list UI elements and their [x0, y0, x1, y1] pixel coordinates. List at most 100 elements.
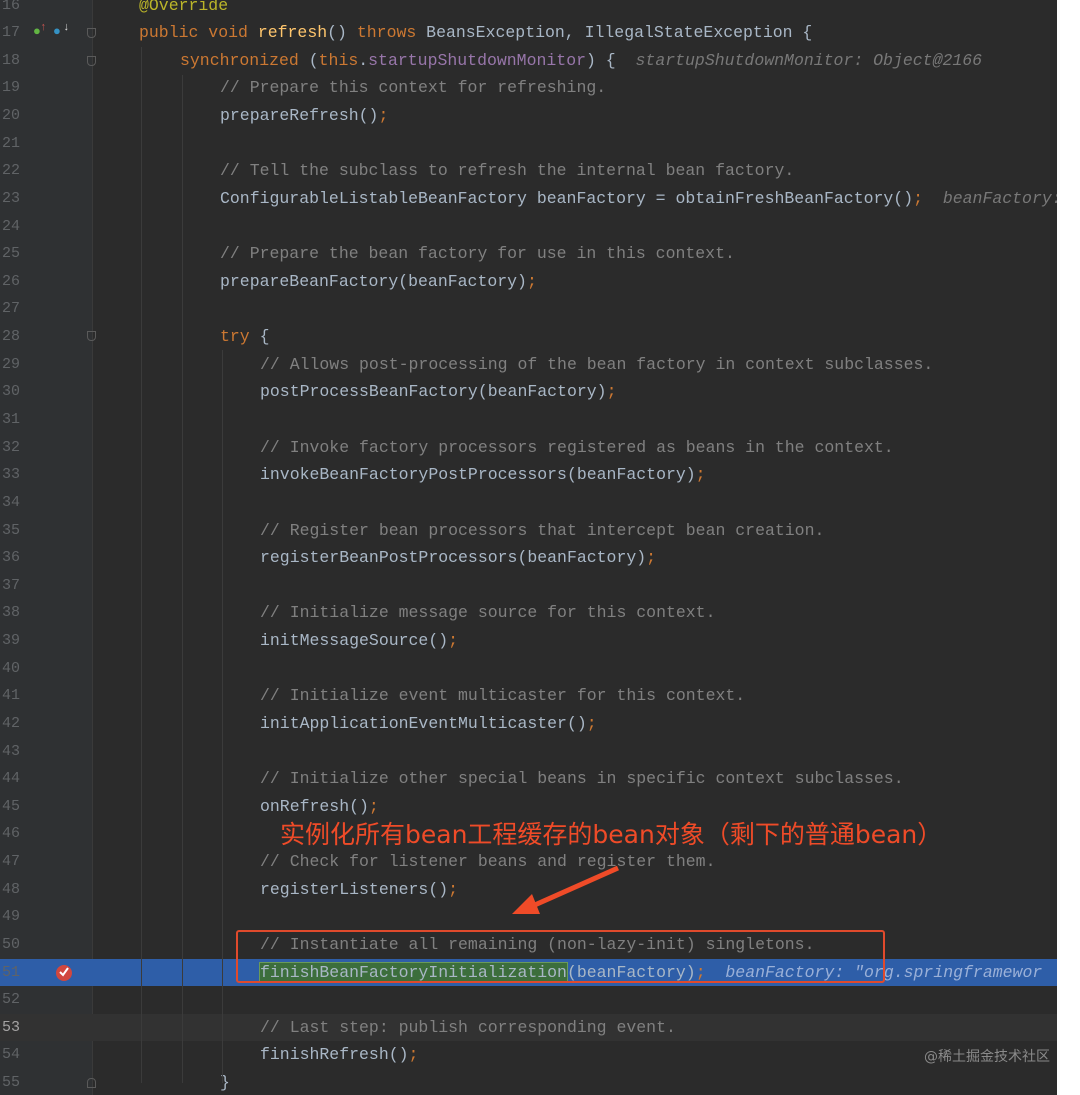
line-number[interactable]: 22 — [2, 157, 32, 185]
line-number[interactable]: 50 — [2, 931, 32, 959]
code-line[interactable]: 40 — [0, 655, 1057, 683]
code-line[interactable]: 38 // Initialize message source for this … — [0, 599, 1057, 627]
line-number[interactable]: 37 — [2, 572, 32, 600]
code-text: // Allows post-processing of the bean fa… — [260, 351, 933, 379]
code-token: ; — [378, 106, 389, 126]
code-text: // Register bean processors that interce… — [260, 517, 824, 545]
line-number[interactable]: 54 — [2, 1041, 32, 1069]
code-line[interactable]: 36 registerBeanPostProcessors(beanFactory… — [0, 544, 1057, 572]
code-line[interactable]: 16 @Override — [0, 0, 1057, 19]
line-number[interactable]: 16 — [2, 0, 32, 19]
line-number[interactable]: 20 — [2, 102, 32, 130]
code-line[interactable]: 18 synchronized (this.startupShutdownMoni… — [0, 47, 1057, 75]
code-token: // Invoke factory processors registered … — [260, 437, 894, 457]
code-line[interactable]: 44 // Initialize other special beans in s… — [0, 765, 1057, 793]
code-token: @Override — [139, 0, 229, 15]
code-line[interactable]: 43 — [0, 738, 1057, 766]
fold-marker-icon[interactable] — [87, 1078, 96, 1088]
line-number[interactable]: 44 — [2, 765, 32, 793]
code-line[interactable]: 23 ConfigurableListableBeanFactory beanFa… — [0, 185, 1057, 213]
code-token: initMessageSource() — [260, 631, 449, 651]
code-line[interactable]: 21 — [0, 130, 1057, 158]
fold-marker-icon[interactable] — [87, 28, 96, 38]
inline-debug-value: startupShutdownMonitor: Object@2166 — [635, 50, 983, 70]
line-number[interactable]: 35 — [2, 517, 32, 545]
code-line[interactable]: 22 // Tell the subclass to refresh the in… — [0, 157, 1057, 185]
code-line[interactable]: 55} — [0, 1069, 1057, 1095]
line-number[interactable]: 28 — [2, 323, 32, 351]
code-token: ; — [448, 879, 459, 899]
code-line[interactable]: 53 // Last step: publish corresponding ev… — [0, 1013, 1057, 1042]
line-number[interactable]: 33 — [2, 461, 32, 489]
code-line[interactable]: 29 // Allows post-processing of the bean … — [0, 351, 1057, 379]
code-line[interactable]: 25 // Prepare the bean factory for use in… — [0, 240, 1057, 268]
code-line[interactable]: 19 // Prepare this context for refreshing… — [0, 74, 1057, 102]
fold-marker-icon[interactable] — [87, 56, 96, 66]
code-line[interactable]: 37 — [0, 572, 1057, 600]
code-line[interactable]: 32 // Invoke factory processors registere… — [0, 434, 1057, 462]
code-line[interactable]: 39 initMessageSource(); — [0, 627, 1057, 655]
down-arrow-icon: ↓ — [63, 22, 70, 34]
code-token: prepareRefresh() — [220, 106, 379, 126]
code-line[interactable]: 52 — [0, 986, 1057, 1014]
code-line[interactable]: 35 // Register bean processors that inter… — [0, 517, 1057, 545]
line-number[interactable]: 17 — [2, 19, 32, 47]
fold-marker-icon[interactable] — [87, 331, 96, 341]
line-number[interactable]: 24 — [2, 213, 32, 241]
line-number[interactable]: 53 — [2, 1014, 32, 1042]
line-number[interactable]: 30 — [2, 378, 32, 406]
code-line[interactable]: 20 prepareRefresh(); — [0, 102, 1057, 130]
code-line[interactable]: 41 // Initialize event multicaster for th… — [0, 682, 1057, 710]
code-token: // Allows post-processing of the bean fa… — [260, 354, 934, 374]
code-line[interactable]: 54 finishRefresh(); — [0, 1041, 1057, 1069]
code-line[interactable]: 30 postProcessBeanFactory(beanFactory); — [0, 378, 1057, 406]
line-number[interactable]: 39 — [2, 627, 32, 655]
line-number[interactable]: 21 — [2, 130, 32, 158]
line-number[interactable]: 42 — [2, 710, 32, 738]
implemented-gutter-icon[interactable]: ● — [53, 24, 61, 39]
line-number[interactable]: 49 — [2, 903, 32, 931]
code-token: ; — [606, 382, 617, 402]
line-number[interactable]: 46 — [2, 820, 32, 848]
line-number[interactable]: 31 — [2, 406, 32, 434]
code-line[interactable]: 34 — [0, 489, 1057, 517]
line-number[interactable]: 27 — [2, 295, 32, 323]
code-token: ConfigurableListableBeanFactory beanFact… — [220, 188, 914, 208]
code-line[interactable]: 28 try { — [0, 323, 1057, 351]
breakpoint-icon[interactable] — [54, 963, 74, 983]
code-line[interactable]: 42 initApplicationEventMulticaster(); — [0, 710, 1057, 738]
code-text: // Tell the subclass to refresh the inte… — [220, 157, 794, 185]
line-number[interactable]: 29 — [2, 351, 32, 379]
code-line[interactable]: 26 prepareBeanFactory(beanFactory); — [0, 268, 1057, 296]
code-line[interactable]: 24 — [0, 213, 1057, 241]
line-number[interactable]: 43 — [2, 738, 32, 766]
line-number[interactable]: 48 — [2, 876, 32, 904]
line-number[interactable]: 23 — [2, 185, 32, 213]
line-number[interactable]: 18 — [2, 47, 32, 75]
line-number[interactable]: 55 — [2, 1069, 32, 1095]
line-number[interactable]: 40 — [2, 655, 32, 683]
code-token: public void — [139, 23, 258, 43]
line-number[interactable]: 51 — [2, 959, 32, 987]
code-line[interactable]: 33 invokeBeanFactoryPostProcessors(beanFa… — [0, 461, 1057, 489]
code-token: ; — [448, 631, 459, 651]
code-token: // Register bean processors that interce… — [260, 520, 825, 540]
line-number[interactable]: 52 — [2, 986, 32, 1014]
line-number[interactable]: 32 — [2, 434, 32, 462]
code-token: postProcessBeanFactory(beanFactory) — [260, 382, 607, 402]
code-line[interactable]: 17 public void refresh() throws BeansExce… — [0, 19, 1057, 47]
code-token: ; — [368, 796, 379, 816]
line-number[interactable]: 36 — [2, 544, 32, 572]
line-number[interactable]: 19 — [2, 74, 32, 102]
line-number[interactable]: 26 — [2, 268, 32, 296]
code-line[interactable]: 31 — [0, 406, 1057, 434]
code-line[interactable]: 27 — [0, 295, 1057, 323]
line-number[interactable]: 47 — [2, 848, 32, 876]
line-number[interactable]: 38 — [2, 599, 32, 627]
code-token: () — [327, 23, 357, 43]
code-token: . — [358, 50, 369, 70]
line-number[interactable]: 25 — [2, 240, 32, 268]
line-number[interactable]: 45 — [2, 793, 32, 821]
line-number[interactable]: 41 — [2, 682, 32, 710]
line-number[interactable]: 34 — [2, 489, 32, 517]
